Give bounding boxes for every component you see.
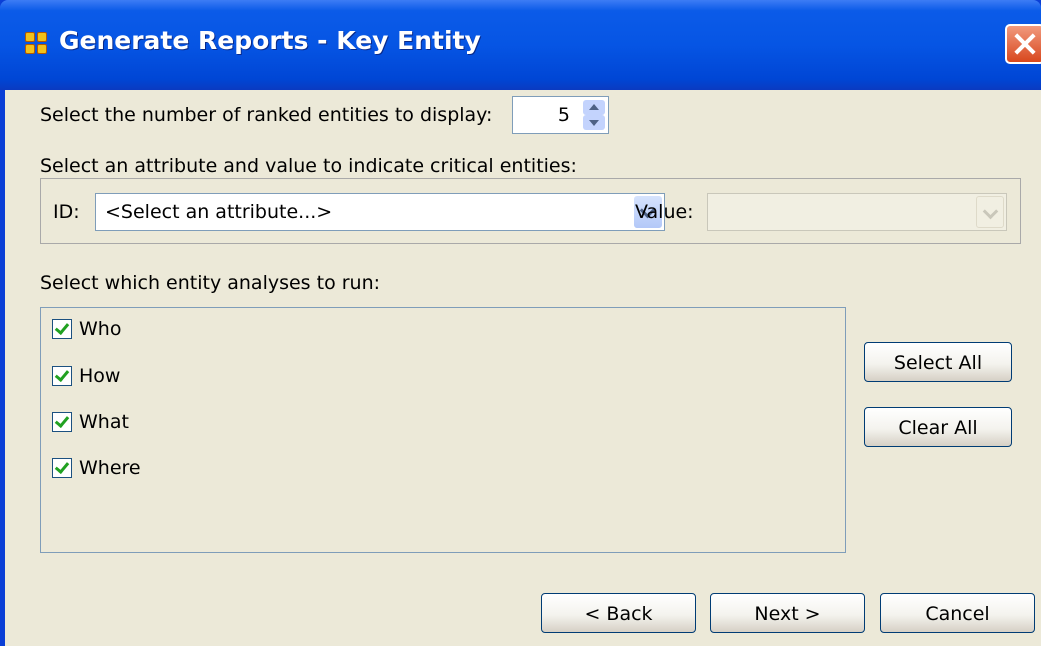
- analyses-section-label: Select which entity analyses to run:: [40, 272, 381, 294]
- select-all-button[interactable]: Select All: [864, 342, 1012, 382]
- cancel-button[interactable]: Cancel: [880, 593, 1035, 633]
- spinner-down-icon[interactable]: [583, 115, 605, 130]
- value-select[interactable]: [707, 193, 1007, 231]
- spinner-up-icon[interactable]: [583, 100, 605, 115]
- checkbox-label: What: [79, 411, 129, 433]
- id-label: ID:: [53, 201, 80, 223]
- attribute-group: ID: <Select an attribute...> Value:: [40, 178, 1021, 244]
- ranked-entities-spinner[interactable]: 5: [512, 96, 609, 134]
- ranked-entities-label: Select the number of ranked entities to …: [40, 104, 493, 126]
- clear-all-button[interactable]: Clear All: [864, 407, 1012, 447]
- close-icon[interactable]: [1005, 24, 1041, 64]
- title-bar[interactable]: Generate Reports - Key Entity: [0, 0, 1041, 90]
- id-attribute-select[interactable]: <Select an attribute...>: [95, 193, 665, 231]
- spinner-value: 5: [557, 104, 570, 126]
- attribute-section-label: Select an attribute and value to indicat…: [40, 155, 577, 177]
- id-attribute-value: <Select an attribute...>: [105, 201, 333, 223]
- dialog-window: Generate Reports - Key Entity Select the…: [0, 0, 1041, 646]
- app-icon: [25, 32, 47, 54]
- checkbox-how[interactable]: [52, 366, 72, 386]
- checkbox-who[interactable]: [52, 319, 72, 339]
- checkbox-label: Who: [79, 318, 122, 340]
- checkbox-where[interactable]: [52, 458, 72, 478]
- analyses-list: Who How What Where: [40, 307, 846, 553]
- checkbox-what[interactable]: [52, 412, 72, 432]
- checkbox-label: Where: [79, 457, 141, 479]
- back-button[interactable]: < Back: [541, 593, 696, 633]
- window-title: Generate Reports - Key Entity: [59, 26, 481, 55]
- value-label: Value:: [635, 201, 694, 223]
- next-button[interactable]: Next >: [710, 593, 865, 633]
- chevron-down-icon[interactable]: [976, 196, 1004, 228]
- checkbox-label: How: [79, 365, 121, 387]
